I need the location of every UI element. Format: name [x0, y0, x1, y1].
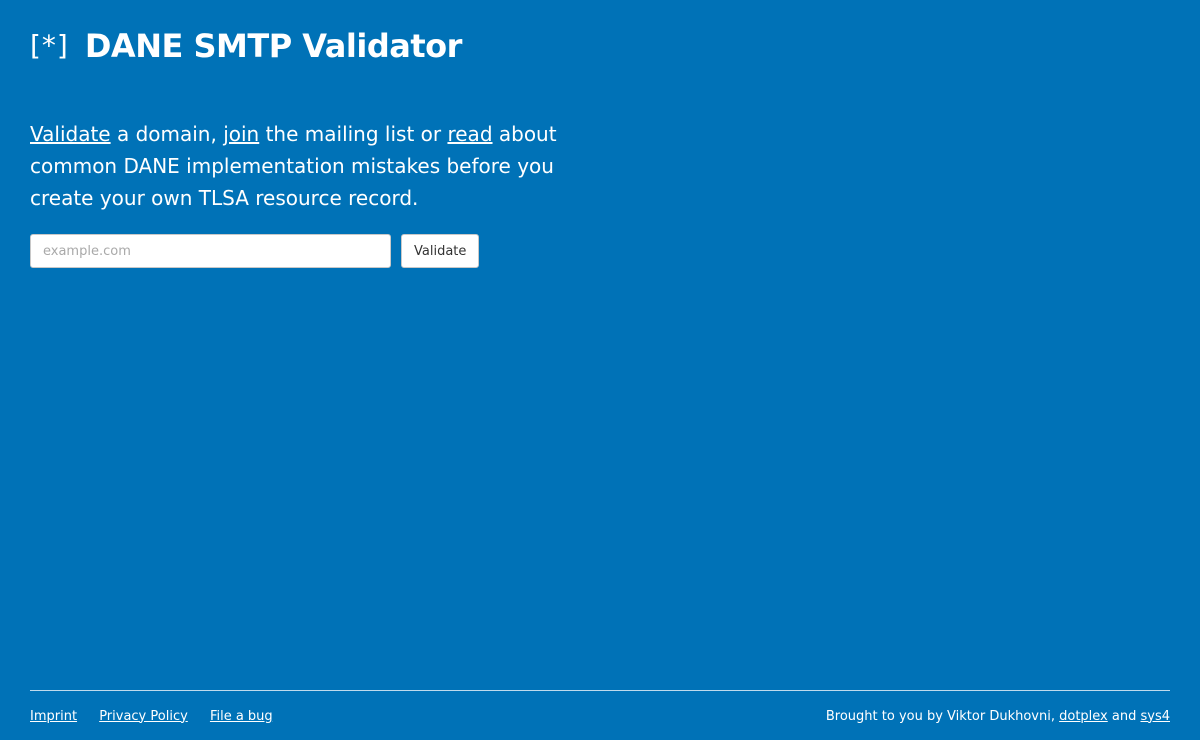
privacy-policy-link[interactable]: Privacy Policy	[99, 709, 188, 724]
validate-form: Validate	[30, 234, 480, 268]
sys4-link[interactable]: sys4	[1140, 709, 1170, 724]
imprint-link[interactable]: Imprint	[30, 709, 77, 724]
header: [*] DANE SMTP Validator	[30, 24, 462, 68]
footer: Imprint Privacy Policy File a bug Brough…	[30, 706, 1170, 726]
join-link[interactable]: join	[223, 122, 259, 146]
page-title: DANE SMTP Validator	[84, 27, 463, 65]
intro-text-part-1: a domain,	[110, 122, 224, 146]
page: [*] DANE SMTP Validator Validate a domai…	[0, 0, 1200, 740]
intro-text-part-2: the mailing list or	[259, 122, 448, 146]
credits-prefix: Brought to you by Viktor Dukhovni,	[825, 708, 1060, 724]
read-link[interactable]: read	[447, 122, 492, 146]
logo: [*]	[30, 29, 69, 62]
footer-divider	[30, 690, 1170, 691]
validate-link[interactable]: Validate	[30, 122, 111, 146]
credits-and: and	[1107, 708, 1141, 724]
file-bug-link[interactable]: File a bug	[210, 709, 273, 724]
domain-input[interactable]	[30, 234, 391, 268]
credits: Brought to you by Viktor Dukhovni, dotpl…	[826, 709, 1170, 724]
footer-links: Imprint Privacy Policy File a bug	[30, 709, 291, 724]
dotplex-link[interactable]: dotplex	[1059, 709, 1108, 724]
intro-text: Validate a domain, join the mailing list…	[30, 118, 590, 214]
validate-button[interactable]: Validate	[401, 234, 480, 268]
